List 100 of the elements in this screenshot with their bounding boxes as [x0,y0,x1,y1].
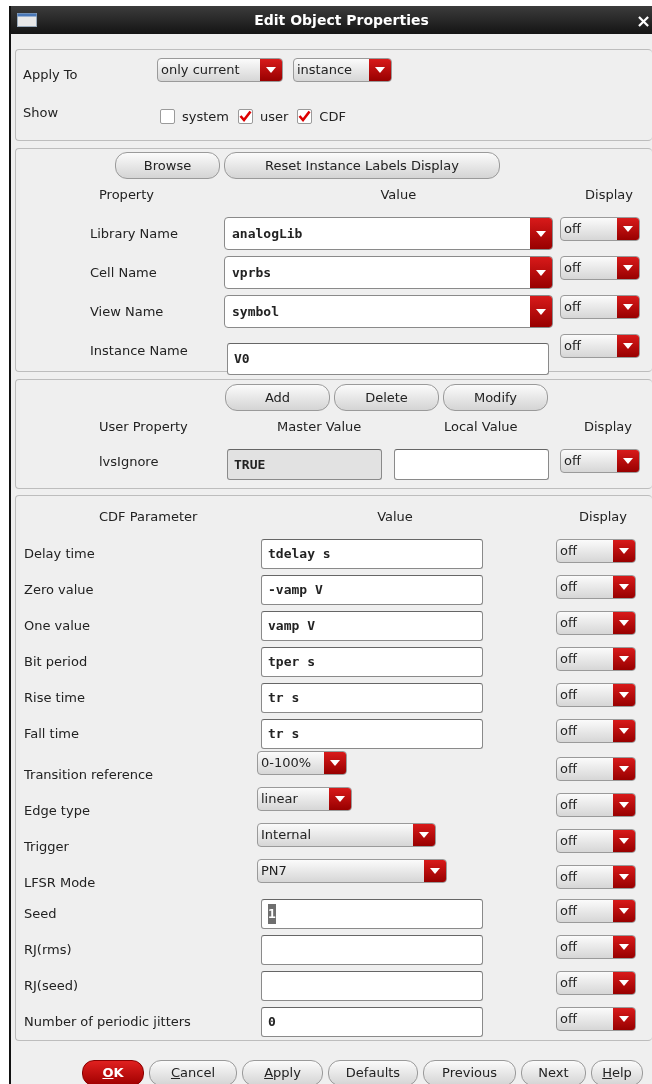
field-label: Trigger [24,838,70,857]
caret-icon [619,548,629,554]
field-label: lvsIgnore [99,452,160,471]
caret-icon [623,304,633,310]
combo-box[interactable]: symbol [224,295,553,328]
field-label: Library Name [90,224,179,243]
field-label: Transition reference [24,766,155,785]
text-field[interactable]: tr s [261,719,483,749]
caret-icon [619,656,629,662]
caret-icon [619,1016,629,1022]
checkbox[interactable] [160,108,175,124]
text-field[interactable]: tper s [261,647,483,677]
caret-icon [619,728,629,734]
caret-icon [430,868,440,874]
field-label: Cell Name [90,263,158,282]
dropdown[interactable]: off [556,683,636,707]
button[interactable]: Add [225,384,330,411]
button[interactable]: Cancel [149,1060,237,1084]
caret-icon [619,692,629,698]
button[interactable]: Next [521,1060,586,1084]
button[interactable]: Help [591,1060,643,1084]
column-header: Property [99,186,155,205]
column-header: Value [379,186,418,205]
caret-icon [375,66,385,73]
dropdown[interactable]: off [556,757,636,781]
button[interactable]: Apply [242,1060,323,1084]
column-header: Local Value [442,418,519,437]
ok-button[interactable]: OK [82,1060,144,1084]
field-label: Apply To [23,66,79,84]
field-label: Number of periodic jitters [24,1013,192,1032]
caret-icon [623,265,633,271]
dropdown[interactable]: off [556,793,636,817]
field-label: Zero value [24,581,95,600]
checkbox-label: user [260,107,289,126]
close-button[interactable]: × [636,6,650,34]
caret-icon [335,796,345,802]
caret-icon [536,230,546,237]
caret-icon [619,766,629,772]
text-field[interactable]: V0 [227,343,549,375]
checkbox[interactable] [238,108,253,124]
field-label: Bit period [24,653,89,672]
dropdown[interactable]: off [556,647,636,671]
field-label: View Name [90,302,165,321]
field-label: RJ(seed) [24,977,80,996]
button[interactable]: Delete [334,384,439,411]
dropdown[interactable]: linear [257,787,352,811]
text-field[interactable]: 1 [261,899,483,929]
dropdown[interactable]: off [560,217,640,241]
dropdown[interactable]: off [560,334,640,358]
dropdown[interactable]: off [556,935,636,959]
caret-icon [619,584,629,590]
dropdown[interactable]: off [556,575,636,599]
dropdown[interactable]: only current [157,57,283,82]
dropdown[interactable]: off [556,539,636,563]
caret-icon [266,66,276,73]
text-field[interactable] [261,935,483,965]
dropdown[interactable]: off [560,449,640,473]
field-label: Fall time [24,725,80,744]
field-label: Rise time [24,689,86,708]
dropdown[interactable]: PN7 [257,859,447,883]
checkbox[interactable] [297,108,313,124]
text-field[interactable]: vamp V [261,611,483,641]
dropdown[interactable]: off [556,611,636,635]
caret-icon [623,343,633,349]
text-field[interactable]: tr s [261,683,483,713]
field-label: RJ(rms) [24,941,73,960]
column-header: Master Value [276,418,363,437]
dropdown[interactable]: off [556,1007,636,1031]
dropdown[interactable]: off [556,899,636,923]
caret-icon [419,832,429,838]
dropdown[interactable]: off [560,256,640,280]
window-icon [17,13,37,27]
text-field[interactable]: 0 [261,1007,483,1037]
dropdown[interactable]: off [556,829,636,853]
field-label: Edge type [24,802,91,821]
text-field[interactable] [394,449,549,480]
button[interactable]: Defaults [328,1060,418,1084]
caret-icon [619,838,629,844]
dropdown[interactable]: 0-100% [257,751,347,775]
column-header: User Property [99,418,189,437]
dropdown[interactable]: instance [293,57,392,82]
caret-icon [619,980,629,986]
button[interactable]: Previous [423,1060,516,1084]
column-header: Display [584,186,634,205]
text-field[interactable]: tdelay s [261,539,483,569]
field-label: LFSR Mode [24,874,97,893]
text-field[interactable]: -vamp V [261,575,483,605]
field-label: One value [24,617,92,636]
button[interactable]: Modify [443,384,548,411]
combo-box[interactable]: vprbs [224,256,553,289]
dropdown[interactable]: Internal [257,823,436,847]
dropdown[interactable]: off [556,865,636,889]
text-field[interactable] [261,971,483,1001]
button[interactable]: Reset Instance Labels Display [224,152,500,179]
dropdown[interactable]: off [556,971,636,995]
caret-icon [330,760,340,766]
button[interactable]: Browse [115,152,220,179]
dropdown[interactable]: off [556,719,636,743]
dropdown[interactable]: off [560,295,640,319]
combo-box[interactable]: analogLib [224,217,553,250]
